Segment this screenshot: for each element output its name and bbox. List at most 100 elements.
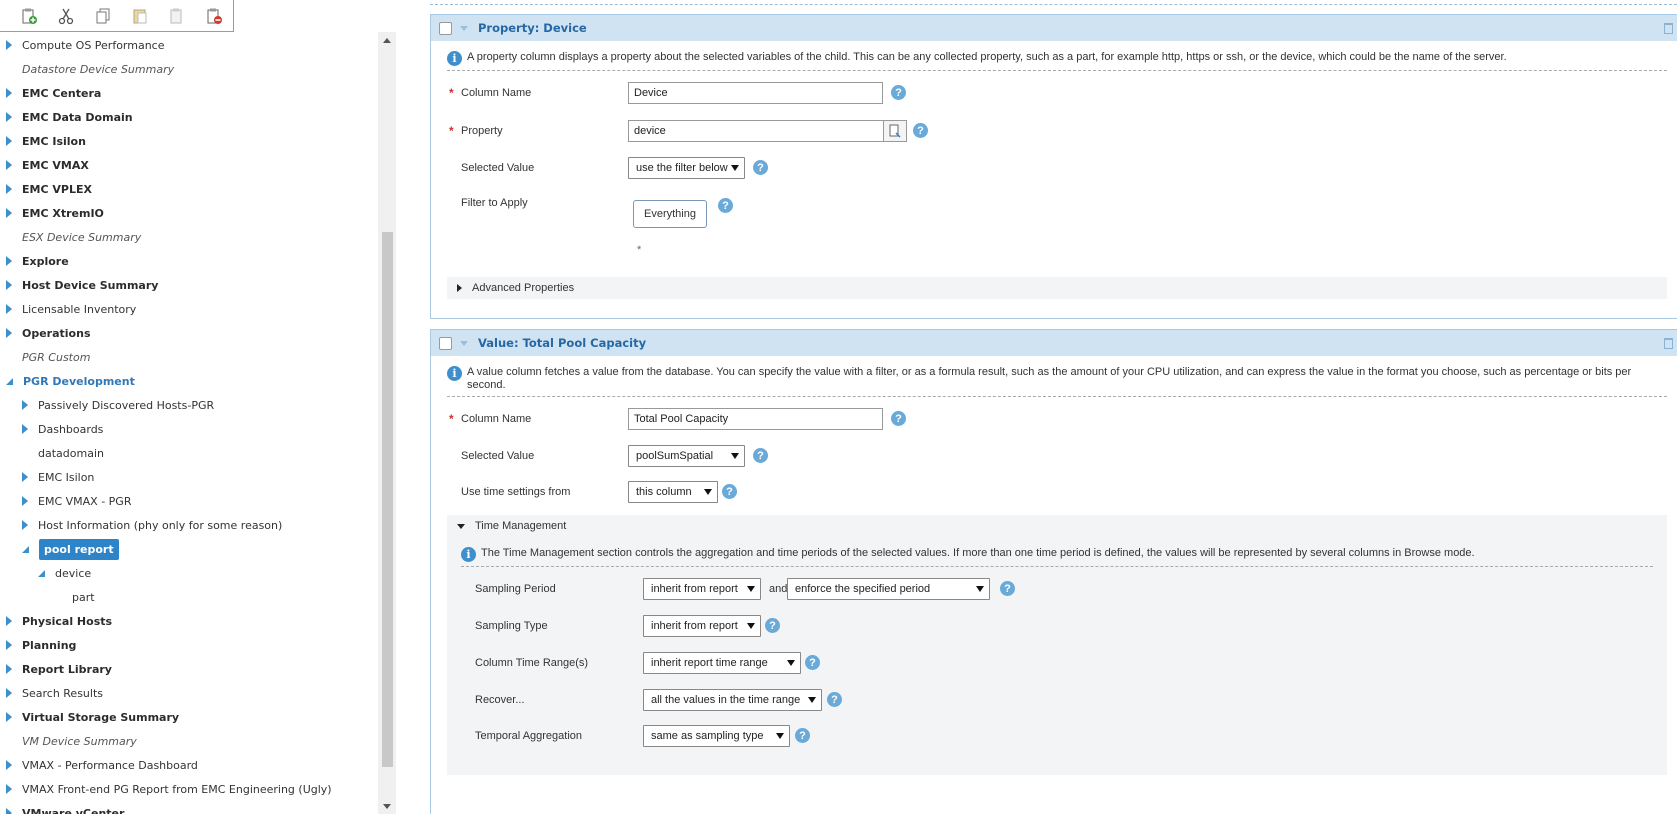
expand-arrow-icon[interactable] [22,496,28,506]
value-panel-checkbox[interactable] [439,336,452,350]
expand-arrow-icon[interactable] [6,208,12,218]
tree-item[interactable]: pool report [22,538,119,560]
tree-item[interactable]: Passively Discovered Hosts-PGR [22,395,214,415]
enforce-period-select[interactable]: enforce the specified period [787,578,990,600]
expand-arrow-icon[interactable] [6,616,12,626]
tree-item[interactable]: Dashboards [22,419,103,439]
expand-arrow-icon[interactable] [6,184,12,194]
tree-item[interactable]: ESX Device Summary [6,227,141,247]
value-panel-header[interactable]: Value: Total Pool Capacity [431,330,1677,356]
scroll-down-arrow-icon[interactable] [383,804,391,809]
help-icon[interactable]: ? [795,728,810,743]
collapse-caret-icon[interactable] [460,340,468,346]
column-name-input[interactable]: Device [628,82,883,104]
tree-item[interactable]: part [56,587,95,607]
tree-item[interactable]: VMAX Front-end PG Report from EMC Engine… [6,779,332,799]
sampling-type-select[interactable]: inherit from report [643,615,761,637]
property-input[interactable]: device [628,120,884,142]
tree-item[interactable]: PGR Custom [6,347,90,367]
tree-item[interactable]: EMC VMAX - PGR [22,491,131,511]
expand-arrow-icon[interactable] [22,472,28,482]
collapse-caret-icon[interactable] [460,25,468,31]
sampling-period-select[interactable]: inherit from report [643,578,761,600]
expand-arrow-icon[interactable] [6,256,12,266]
expand-arrow-icon[interactable] [22,400,28,410]
recover-select[interactable]: all the values in the time range [643,689,822,711]
property-panel-header[interactable]: Property: Device [431,15,1677,41]
trash-icon[interactable] [1664,338,1673,349]
time-range-select[interactable]: inherit report time range [643,652,801,674]
expand-arrow-icon[interactable] [6,664,12,674]
paste-disabled-icon[interactable] [159,3,196,29]
help-icon[interactable]: ? [753,448,768,463]
help-icon[interactable]: ? [891,85,906,100]
tree-item[interactable]: EMC Data Domain [6,107,133,127]
collapse-arrow-icon[interactable] [6,377,13,385]
help-icon[interactable]: ? [913,123,928,138]
tree-item[interactable]: EMC XtremIO [6,203,104,223]
expand-arrow-icon[interactable] [6,688,12,698]
time-settings-select[interactable]: this column [628,481,718,503]
trash-icon[interactable] [1664,23,1673,34]
tree-item[interactable]: Planning [6,635,76,655]
time-management-toggle[interactable]: Time Management [457,520,566,532]
tree-item[interactable]: Report Library [6,659,112,679]
tree-item[interactable]: EMC Isilon [6,131,86,151]
cut-icon[interactable] [47,3,84,29]
help-icon[interactable]: ? [891,411,906,426]
expand-arrow-icon[interactable] [6,784,12,794]
tree-item[interactable]: Host Information (phy only for some reas… [22,515,282,535]
expand-arrow-icon[interactable] [6,808,12,814]
temporal-aggregation-select[interactable]: same as sampling type [643,725,790,747]
tree-item[interactable]: EMC VMAX [6,155,89,175]
selected-value-select[interactable]: poolSumSpatial [628,445,745,467]
selected-value-select[interactable]: use the filter below [628,157,745,179]
expand-arrow-icon[interactable] [6,328,12,338]
tree-item[interactable]: EMC VPLEX [6,179,92,199]
tree-item[interactable]: Search Results [6,683,103,703]
scrollbar-thumb[interactable] [382,232,393,767]
clipboard-add-icon[interactable] [10,3,47,29]
tree-item[interactable]: Explore [6,251,69,271]
tree-item[interactable]: device [38,563,91,583]
property-picker-button[interactable] [883,120,907,142]
advanced-properties-toggle[interactable]: Advanced Properties [447,277,1667,299]
expand-arrow-icon[interactable] [6,112,12,122]
expand-arrow-icon[interactable] [6,88,12,98]
expand-arrow-icon[interactable] [6,712,12,722]
tree-item[interactable]: Licensable Inventory [6,299,136,319]
expand-arrow-icon[interactable] [6,760,12,770]
help-icon[interactable]: ? [722,484,737,499]
expand-arrow-icon[interactable] [6,640,12,650]
tree-item[interactable]: VMAX - Performance Dashboard [6,755,198,775]
expand-arrow-icon[interactable] [6,40,12,50]
tree-item[interactable]: Compute OS Performance [6,35,165,55]
scroll-up-arrow-icon[interactable] [383,38,391,43]
help-icon[interactable]: ? [753,160,768,175]
tree-item[interactable]: VM Device Summary [6,731,137,751]
help-icon[interactable]: ? [805,655,820,670]
expand-arrow-icon[interactable] [22,520,28,530]
help-icon[interactable]: ? [1000,581,1015,596]
expand-arrow-icon[interactable] [6,136,12,146]
column-name-input[interactable]: Total Pool Capacity [628,408,883,430]
tree-item[interactable]: Datastore Device Summary [6,59,174,79]
clipboard-remove-icon[interactable] [196,3,233,29]
tree-item[interactable]: Operations [6,323,91,343]
filter-everything-button[interactable]: Everything [633,200,707,228]
paste-icon[interactable] [122,3,159,29]
tree-item[interactable]: VMware vCenter [6,803,124,814]
help-icon[interactable]: ? [765,618,780,633]
expand-arrow-icon[interactable] [22,424,28,434]
tree-item[interactable]: datadomain [22,443,104,463]
tree-item[interactable]: Host Device Summary [6,275,158,295]
tree-item[interactable]: Virtual Storage Summary [6,707,179,727]
tree-scrollbar[interactable] [378,32,396,814]
tree-item[interactable]: EMC Isilon [22,467,94,487]
tree-item[interactable]: PGR Development [6,371,135,391]
copy-icon[interactable] [84,3,121,29]
help-icon[interactable]: ? [718,198,733,213]
expand-arrow-icon[interactable] [6,160,12,170]
tree-item[interactable]: EMC Centera [6,83,101,103]
collapse-arrow-icon[interactable] [22,545,29,553]
